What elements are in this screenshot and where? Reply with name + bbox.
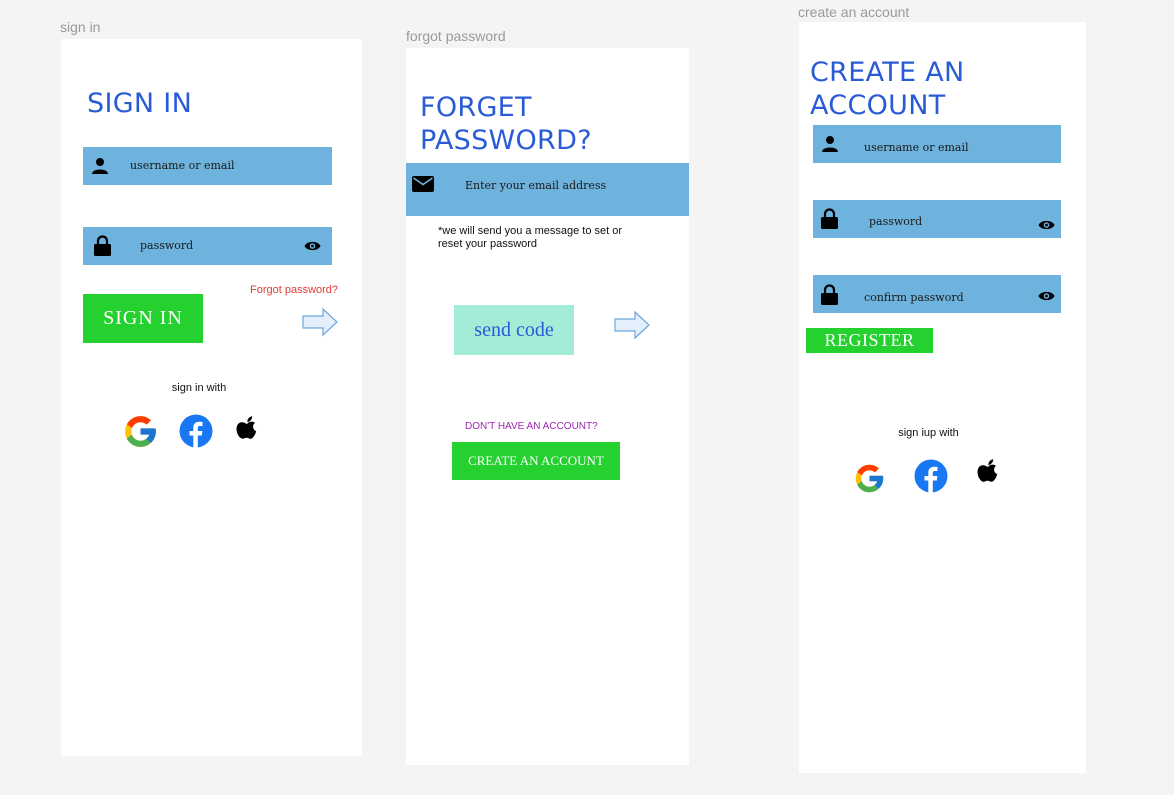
no-account-text: DON'T HAVE AN ACCOUNT? bbox=[465, 421, 598, 432]
arrow-right-icon[interactable] bbox=[302, 307, 338, 337]
facebook-icon[interactable] bbox=[179, 414, 213, 448]
email-placeholder: Enter your email address bbox=[465, 179, 607, 192]
forgot-password-link[interactable]: Forgot password? bbox=[250, 284, 338, 296]
eye-icon[interactable] bbox=[1038, 290, 1055, 302]
username-field[interactable]: username or email bbox=[83, 147, 332, 185]
password-field[interactable]: password bbox=[813, 200, 1061, 238]
eye-icon[interactable] bbox=[1038, 219, 1055, 231]
user-icon bbox=[92, 158, 108, 174]
reset-note: *we will send you a message to set or re… bbox=[438, 225, 622, 251]
confirm-password-field[interactable]: confirm password bbox=[813, 275, 1061, 313]
forgot-title-line2: PASSWORD? bbox=[420, 125, 592, 156]
reset-note-line1: *we will send you a message to set or bbox=[438, 225, 623, 237]
username-placeholder: username or email bbox=[130, 159, 235, 172]
frame-label-sign-in: sign in bbox=[60, 19, 101, 35]
sign-in-button[interactable]: SIGN IN bbox=[83, 294, 203, 343]
create-title-line1: CREATE AN bbox=[810, 57, 965, 88]
lock-icon bbox=[94, 235, 111, 256]
social-signup-label: sign iup with bbox=[898, 427, 959, 439]
apple-icon[interactable] bbox=[974, 458, 1002, 490]
register-button[interactable]: REGISTER bbox=[806, 328, 933, 353]
password-placeholder: password bbox=[140, 239, 194, 252]
social-signin-label: sign in with bbox=[171, 382, 227, 394]
send-code-button[interactable]: send code bbox=[454, 305, 574, 355]
frame-label-create-account: create an account bbox=[798, 4, 910, 20]
forgot-password-screen: FORGET PASSWORD? Enter your email addres… bbox=[406, 48, 689, 765]
create-account-screen: CREATE AN ACCOUNT username or email pass… bbox=[799, 22, 1086, 773]
sign-in-screen: SIGN IN username or email password Forgo… bbox=[61, 39, 362, 756]
email-field[interactable]: Enter your email address bbox=[406, 163, 689, 216]
username-placeholder: username or email bbox=[864, 141, 969, 154]
sign-in-title: SIGN IN bbox=[87, 88, 193, 119]
lock-icon bbox=[821, 284, 838, 305]
frame-label-forgot-password: forgot password bbox=[406, 28, 506, 44]
eye-icon[interactable] bbox=[304, 240, 321, 252]
create-title-line2: ACCOUNT bbox=[810, 90, 946, 121]
create-account-button[interactable]: CREATE AN ACCOUNT bbox=[452, 442, 620, 480]
password-field[interactable]: password bbox=[83, 227, 332, 265]
lock-icon bbox=[821, 208, 838, 229]
mail-icon bbox=[412, 176, 434, 192]
google-icon[interactable] bbox=[853, 462, 886, 495]
arrow-right-icon[interactable] bbox=[614, 310, 650, 340]
google-icon[interactable] bbox=[122, 413, 159, 450]
facebook-icon[interactable] bbox=[914, 459, 948, 493]
confirm-password-placeholder: confirm password bbox=[864, 291, 964, 304]
password-placeholder: password bbox=[869, 215, 923, 228]
apple-icon[interactable] bbox=[233, 415, 261, 447]
forgot-title-line1: FORGET bbox=[420, 92, 532, 123]
reset-note-line2: reset your password bbox=[438, 238, 538, 250]
user-icon bbox=[822, 136, 838, 152]
username-field[interactable]: username or email bbox=[813, 125, 1061, 163]
